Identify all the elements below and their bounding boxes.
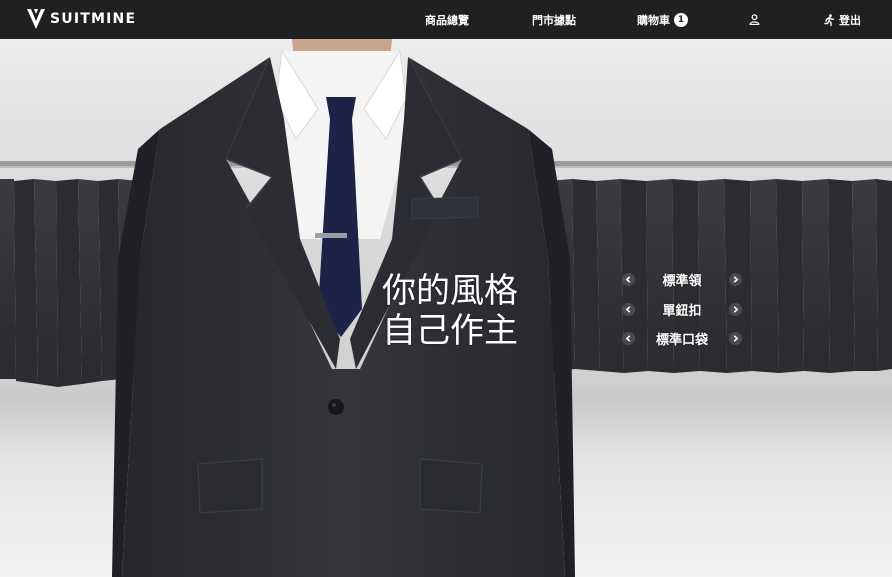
brand-name: SUITMINE <box>50 11 137 27</box>
option-selector-collar: 標準領 <box>622 270 742 289</box>
brand-logo[interactable]: SUITMINE <box>26 7 136 31</box>
nav-logout-link[interactable]: 登出 <box>824 0 861 39</box>
cart-count-badge: 1 <box>674 12 688 27</box>
option-label-button: 單鈕扣 <box>662 303 702 319</box>
tagline-line-2: 自己作主 <box>382 311 518 351</box>
chevron-right-icon <box>733 305 739 313</box>
nav-account-link[interactable] <box>749 0 760 39</box>
top-navbar: SUITMINE 商品總覽 門市據點 購物車 1 登出 <box>0 0 892 39</box>
v-suit-logo-icon <box>27 9 45 29</box>
button-next-button[interactable] <box>729 302 742 316</box>
user-icon <box>749 14 760 25</box>
cart-label: 購物車 <box>637 13 670 27</box>
chevron-right-icon <box>733 334 739 342</box>
collar-next-button[interactable] <box>729 272 742 286</box>
chevron-left-icon <box>625 305 631 313</box>
nav-products-link[interactable]: 商品總覽 <box>425 0 469 39</box>
chevron-left-icon <box>625 275 631 283</box>
option-label-pocket: 標準口袋 <box>655 332 708 348</box>
collar-prev-button[interactable] <box>622 272 635 286</box>
hero-banner: 你的風格 自己作主 標準領 單鈕扣 標準口袋 <box>0 39 892 577</box>
pocket-prev-button[interactable] <box>622 331 635 345</box>
pocket-next-button[interactable] <box>729 331 742 345</box>
option-selector-button: 單鈕扣 <box>622 300 742 319</box>
button-prev-button[interactable] <box>622 302 635 316</box>
option-selector-pocket: 標準口袋 <box>622 329 742 348</box>
option-label-collar: 標準領 <box>662 273 702 289</box>
chevron-left-icon <box>625 334 631 342</box>
hero-tagline: 你的風格 自己作主 <box>370 271 530 351</box>
nav-stores-link[interactable]: 門市據點 <box>532 0 576 39</box>
tagline-line-1: 你的風格 <box>382 271 518 311</box>
nav-cart-link[interactable]: 購物車 1 <box>637 0 688 39</box>
logout-label: 登出 <box>839 13 861 27</box>
running-person-icon <box>824 13 835 26</box>
chevron-right-icon <box>733 275 739 283</box>
